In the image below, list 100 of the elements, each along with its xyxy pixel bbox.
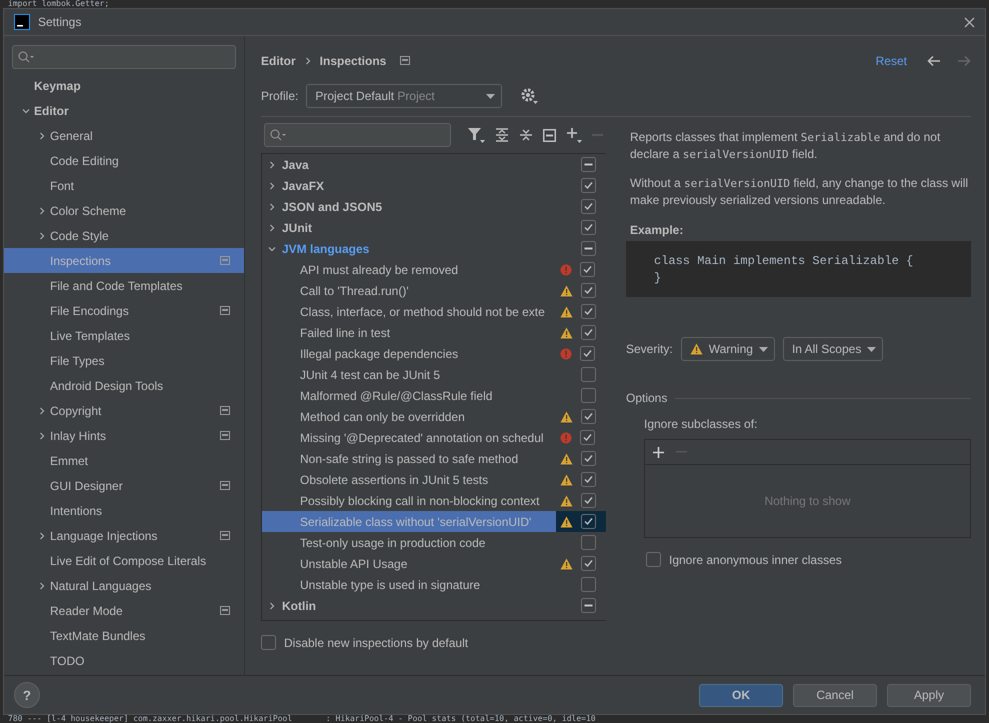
checkbox[interactable] [581, 199, 596, 214]
collapse-all-icon[interactable] [519, 128, 533, 142]
sidebar-item[interactable]: TextMate Bundles [4, 623, 244, 648]
sidebar-item[interactable]: Inlay Hints [4, 423, 244, 448]
checkbox[interactable] [581, 178, 596, 193]
checkbox[interactable] [581, 598, 596, 613]
tree-row[interactable]: Illegal package dependencies [262, 343, 606, 364]
search-icon [18, 51, 34, 63]
sidebar-item[interactable]: Color Scheme [4, 198, 244, 223]
checkbox[interactable] [581, 577, 596, 592]
tree-row[interactable]: Class, interface, or method should not be exte [262, 301, 606, 322]
ok-button[interactable]: OK [699, 684, 783, 706]
breadcrumb-item[interactable]: Inspections [320, 54, 386, 68]
sidebar-item[interactable]: TODO [4, 648, 244, 673]
reset-box-icon[interactable] [543, 128, 556, 142]
scope-dropdown[interactable]: In All Scopes [782, 337, 884, 361]
checkbox[interactable] [581, 283, 596, 298]
sidebar-item[interactable]: Language Injections [4, 523, 244, 548]
sidebar-item[interactable]: Reader Mode [4, 598, 244, 623]
checkbox[interactable] [581, 157, 596, 172]
tree-row[interactable]: JUnit 4 test can be JUnit 5 [262, 364, 606, 385]
tree-row[interactable]: Unstable type is used in signature [262, 574, 606, 595]
expand-all-icon[interactable] [495, 128, 509, 142]
sidebar-item[interactable]: GUI Designer [4, 473, 244, 498]
code-line: import lombok.Getter; [7, 0, 110, 8]
tree-row[interactable]: Missing '@Deprecated' annotation on schedul [262, 427, 606, 448]
checkbox[interactable] [581, 556, 596, 571]
dropdown-arrow-icon [867, 346, 876, 352]
tree-row[interactable]: API must already be removed [262, 259, 606, 280]
tree-row[interactable]: JVM languages [262, 238, 606, 259]
help-button[interactable]: ? [14, 682, 40, 708]
tree-row[interactable]: Call to 'Thread.run()' [262, 280, 606, 301]
sidebar-item[interactable]: Code Editing [4, 148, 244, 173]
checkbox[interactable] [261, 635, 276, 650]
tree-row[interactable]: Kotlin [262, 595, 606, 616]
tree-row[interactable]: Obsolete assertions in JUnit 5 tests [262, 469, 606, 490]
tree-row[interactable]: Malformed @Rule/@ClassRule field [262, 385, 606, 406]
add-icon[interactable] [653, 446, 664, 458]
reset-link[interactable]: Reset [876, 54, 907, 68]
sidebar-item[interactable]: File Types [4, 348, 244, 373]
checkbox[interactable] [581, 325, 596, 340]
sidebar-item[interactable]: Live Edit of Compose Literals [4, 548, 244, 573]
window-icon [220, 431, 230, 440]
close-icon[interactable] [964, 16, 975, 28]
sidebar-item[interactable]: Live Templates [4, 323, 244, 348]
checkbox[interactable] [581, 472, 596, 487]
checkbox[interactable] [581, 409, 596, 424]
sidebar-item[interactable]: Editor [4, 98, 244, 123]
search-field[interactable] [12, 45, 236, 69]
sidebar-item[interactable]: Keymap [4, 73, 244, 98]
chevron-down-icon [22, 106, 30, 114]
window-icon [220, 406, 230, 415]
cancel-button[interactable]: Cancel [793, 684, 877, 706]
breadcrumb-item[interactable]: Editor [261, 54, 296, 68]
checkbox[interactable] [581, 388, 596, 403]
apply-button[interactable]: Apply [887, 684, 971, 706]
tree-row[interactable]: Unstable API Usage [262, 553, 606, 574]
tree-row[interactable]: JUnit [262, 217, 606, 238]
add-icon[interactable] [566, 127, 582, 143]
checkbox[interactable] [581, 220, 596, 235]
tree-row[interactable]: JavaFX [262, 175, 606, 196]
sidebar-item[interactable]: General [4, 123, 244, 148]
checkbox[interactable] [580, 346, 595, 361]
sidebar-item[interactable]: Natural Languages [4, 573, 244, 598]
checkbox[interactable] [581, 451, 596, 466]
filter-icon[interactable] [467, 127, 485, 143]
checkbox[interactable] [581, 514, 596, 529]
profile-dropdown[interactable]: Project Default Project [306, 84, 502, 108]
tree-row[interactable]: Method can only be overridden [262, 406, 606, 427]
sidebar-item[interactable]: Emmet [4, 448, 244, 473]
severity-dropdown[interactable]: Warning [680, 337, 775, 361]
warning-icon [560, 410, 573, 422]
sidebar-item[interactable]: Intentions [4, 498, 244, 523]
tree-row[interactable]: Test-only usage in production code [262, 532, 606, 553]
checkbox[interactable] [581, 241, 596, 256]
tree-row[interactable]: Possibly blocking call in non-blocking context [262, 490, 606, 511]
tree-row[interactable]: Failed line in test [262, 322, 606, 343]
checkbox[interactable] [580, 430, 595, 445]
tree-row[interactable]: Non-safe string is passed to safe method [262, 448, 606, 469]
checkbox[interactable] [581, 493, 596, 508]
back-arrow-icon[interactable] [927, 55, 941, 67]
sidebar-item[interactable]: File Encodings [4, 298, 244, 323]
checkbox[interactable] [581, 304, 596, 319]
sidebar-item[interactable]: Copyright [4, 398, 244, 423]
tree-row[interactable]: JSON and JSON5 [262, 196, 606, 217]
window-title: Settings [38, 15, 82, 29]
sidebar-item[interactable]: Font [4, 173, 244, 198]
sidebar-item[interactable]: Code Style [4, 223, 244, 248]
warning-icon [560, 326, 573, 338]
checkbox[interactable] [580, 262, 595, 277]
search-field[interactable] [264, 123, 451, 147]
search-icon [270, 129, 286, 141]
sidebar-item[interactable]: Android Design Tools [4, 373, 244, 398]
checkbox[interactable] [581, 367, 596, 382]
checkbox[interactable] [646, 552, 661, 567]
checkbox[interactable] [581, 535, 596, 550]
window-icon [220, 481, 230, 490]
settings-icon[interactable] [520, 87, 538, 105]
sidebar-item[interactable]: File and Code Templates [4, 273, 244, 298]
tree-row[interactable]: Java [262, 154, 606, 175]
